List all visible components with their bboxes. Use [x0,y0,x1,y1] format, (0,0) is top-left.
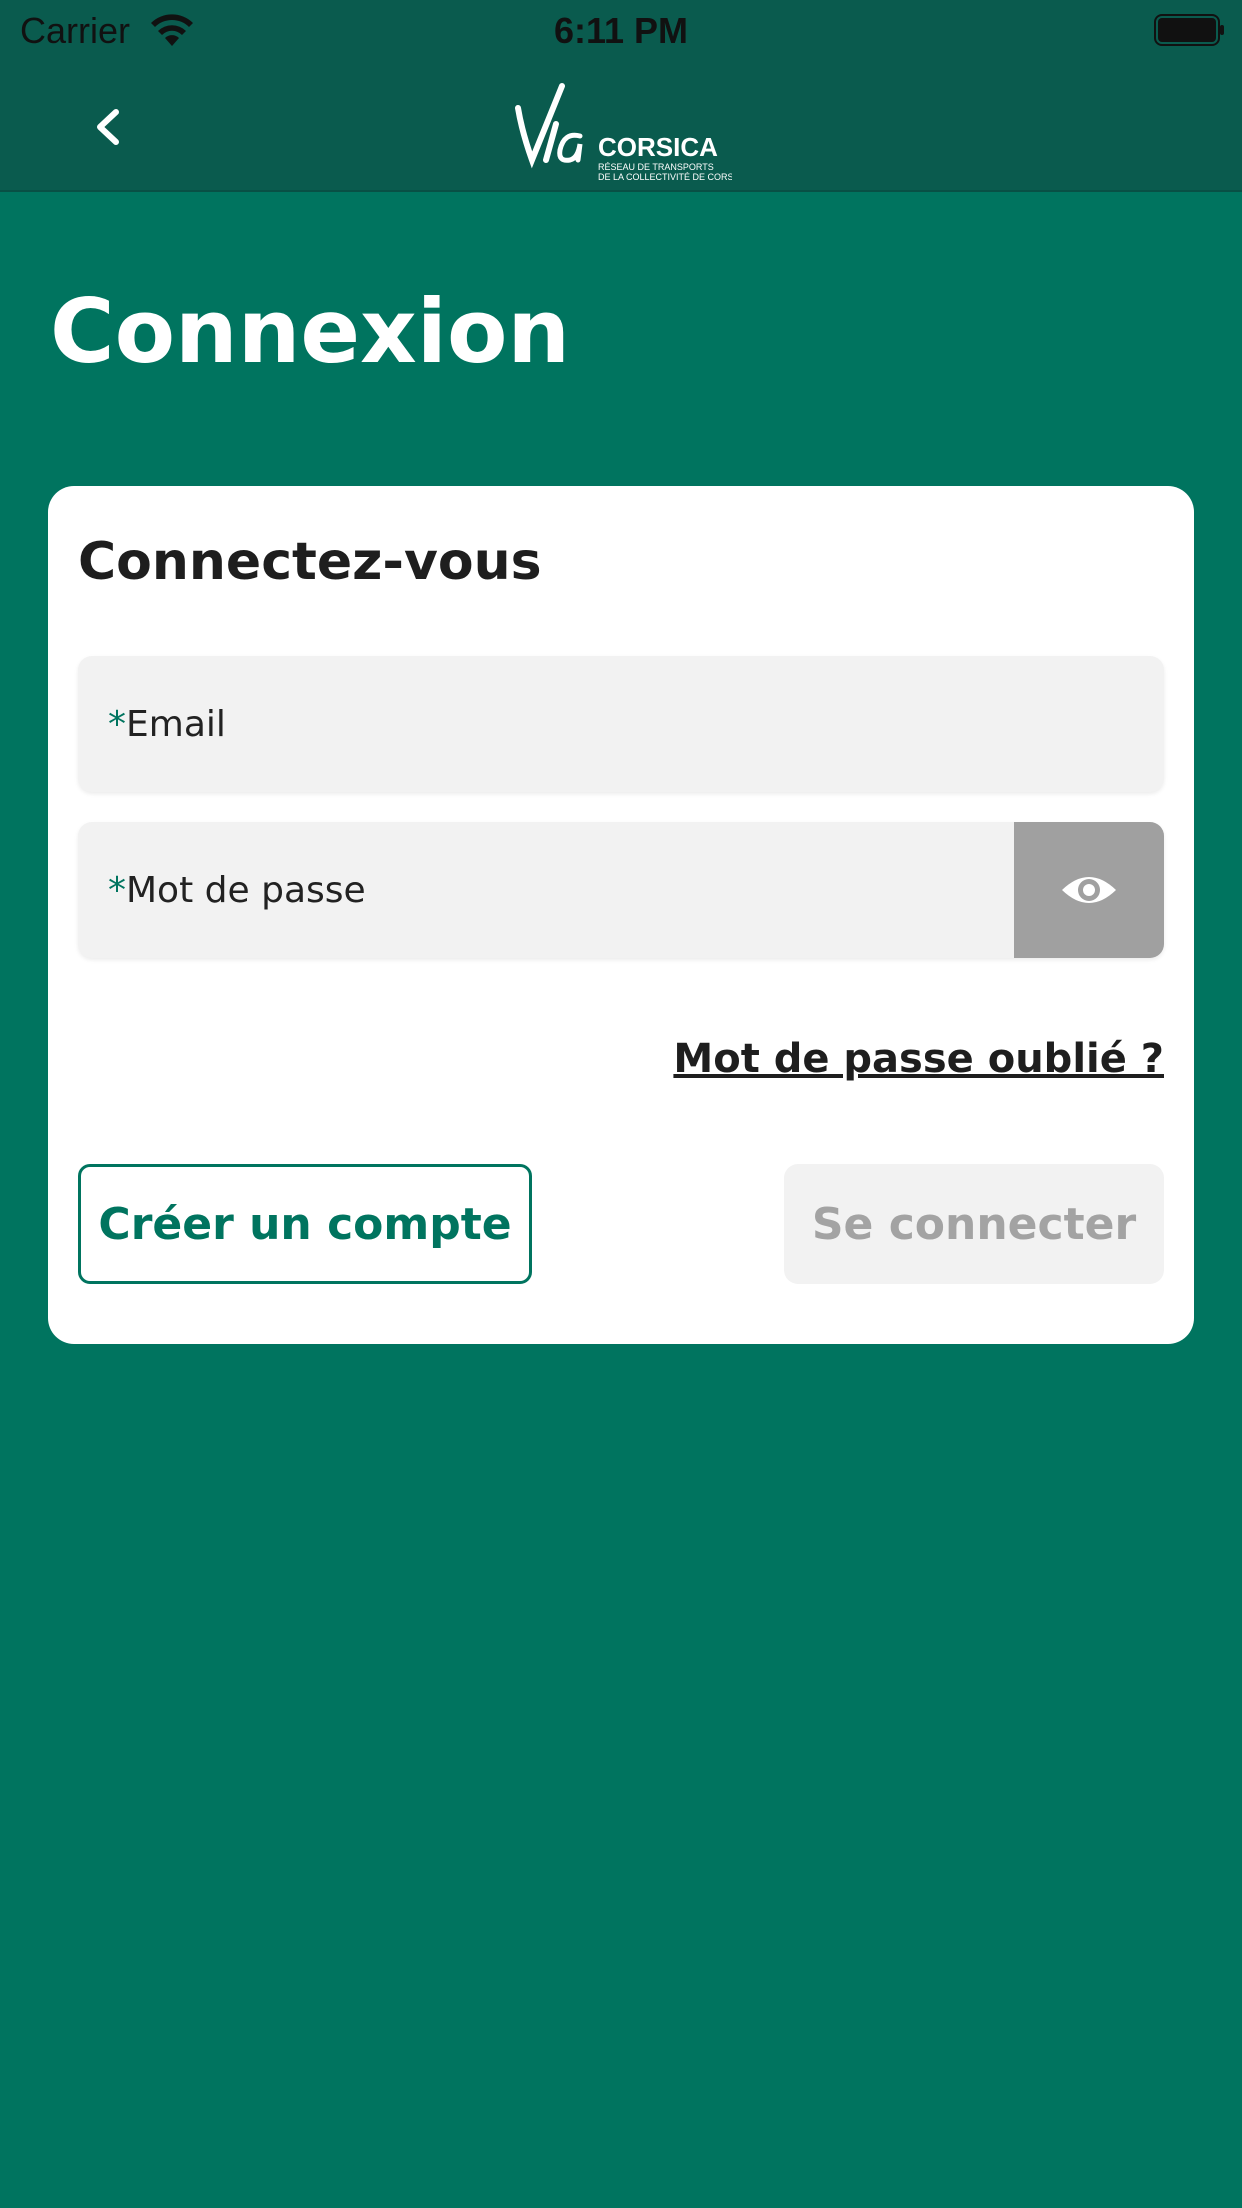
show-password-button[interactable] [1014,822,1164,958]
forgot-password-link[interactable]: Mot de passe oublié ? [673,1036,1164,1082]
login-card: Connectez-vous *Email *Mot de passe Mot … [48,486,1194,1344]
navigation-bar: CORSICA RÉSEAU DE TRANSPORTS DE LA COLLE… [0,62,1242,192]
email-field[interactable]: *Email [78,656,1164,792]
password-label-text: Mot de passe [126,870,366,911]
logo-text: CORSICA [598,132,718,162]
logo-subtitle-1: RÉSEAU DE TRANSPORTS [598,162,714,172]
back-button[interactable] [80,92,140,162]
email-label: *Email [108,704,226,745]
logo-subtitle-2: DE LA COLLECTIVITÉ DE CORSE [598,172,732,180]
status-bar: Carrier 6:11 PM [0,0,1242,62]
chevron-left-icon [97,109,119,145]
status-time: 6:11 PM [553,10,689,51]
create-account-button[interactable]: Créer un compte [78,1164,532,1284]
password-field[interactable]: *Mot de passe [78,822,1164,958]
card-title: Connectez-vous [78,532,542,592]
page-title: Connexion [50,280,571,383]
eye-icon [1062,877,1116,903]
required-mark: * [108,704,126,745]
required-mark: * [108,870,126,911]
battery-icon [1154,14,1224,46]
password-label: *Mot de passe [108,870,366,911]
email-label-text: Email [126,704,226,745]
login-button[interactable]: Se connecter [784,1164,1164,1284]
via-corsica-logo: CORSICA RÉSEAU DE TRANSPORTS DE LA COLLE… [512,72,740,182]
